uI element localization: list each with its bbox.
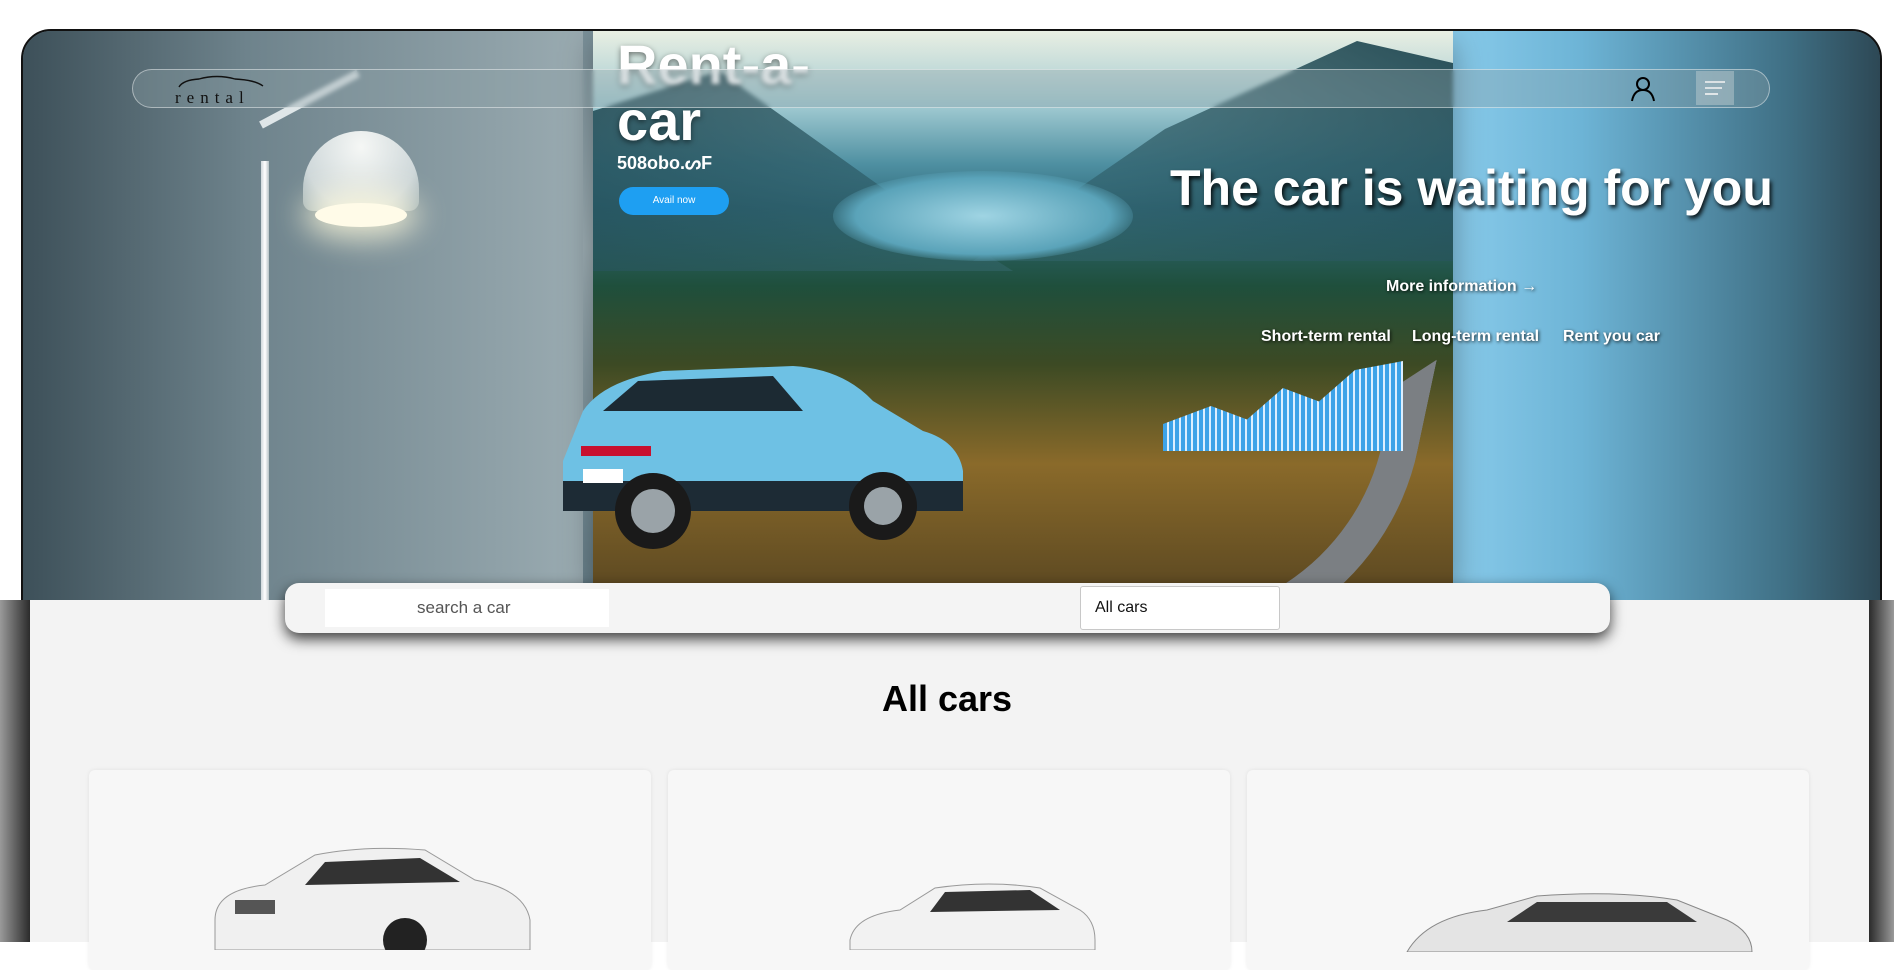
car-outline-icon (178, 75, 264, 88)
hero-car-image (563, 366, 963, 549)
poster-subtitle: 508obo.ᔕF (617, 153, 713, 173)
car-filter-select[interactable]: All cars (1080, 586, 1280, 630)
section-title: All cars (881, 678, 1013, 719)
white-coupe-car-image (214, 847, 531, 950)
lake (833, 171, 1133, 261)
car-card[interactable] (668, 770, 1230, 970)
menu-button[interactable] (1696, 71, 1734, 105)
search-bar: All cars (285, 583, 1610, 633)
white-hatchback-car-image (849, 883, 1096, 950)
long-term-rental-link[interactable]: Long-term rental (1412, 328, 1539, 346)
top-navbar: rental (132, 69, 1770, 108)
site-logo[interactable]: rental (165, 75, 275, 107)
car-card[interactable] (1247, 770, 1809, 970)
more-information-link[interactable]: More information → (1386, 278, 1537, 296)
logo-text: rental (175, 88, 250, 107)
hero-title: The car is waiting for you (1170, 160, 1773, 216)
poster-button: Avail now (619, 187, 729, 215)
user-icon[interactable] (1630, 76, 1656, 102)
rent-you-car-link[interactable]: Rent you car (1563, 328, 1660, 346)
short-term-rental-link[interactable]: Short-term rental (1261, 328, 1391, 346)
content-edge-left (0, 600, 30, 942)
search-input[interactable] (325, 589, 609, 627)
lamp-light (315, 203, 407, 227)
car-card[interactable] (89, 770, 651, 970)
content-edge-right (1869, 600, 1894, 942)
menu-icon (1705, 81, 1725, 95)
white-sedan-car-image (1406, 893, 1753, 952)
